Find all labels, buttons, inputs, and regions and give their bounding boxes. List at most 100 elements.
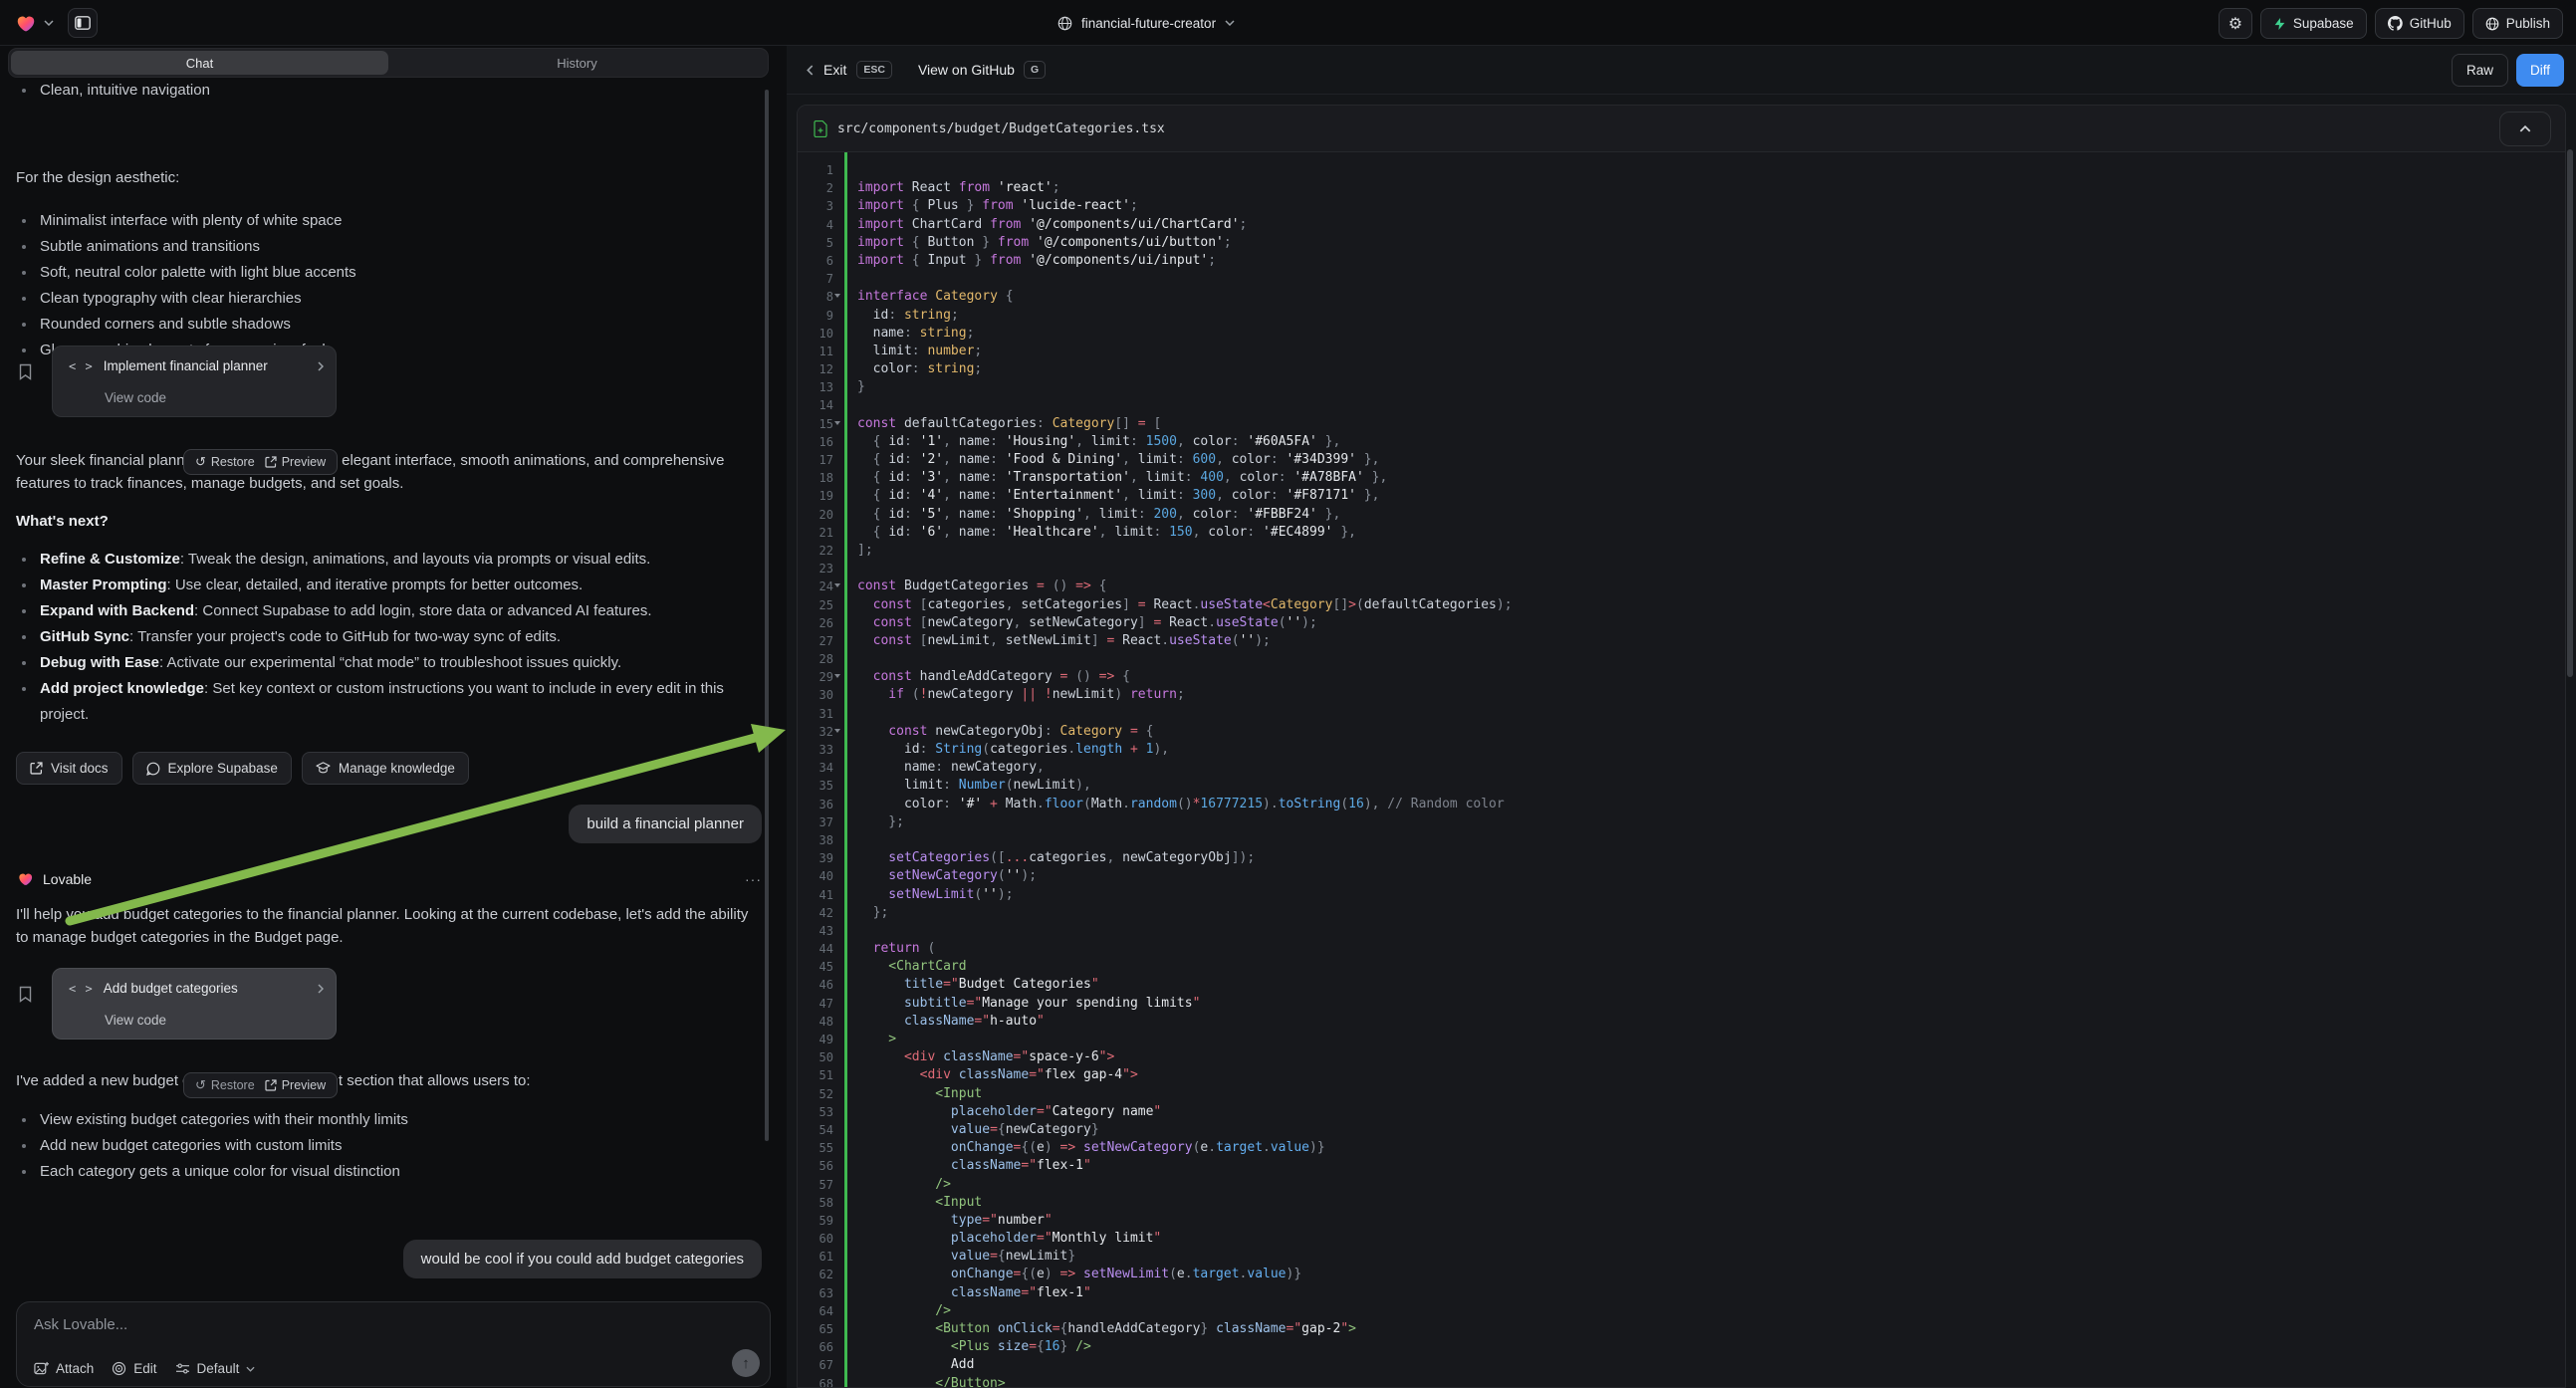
model-selector[interactable]: Default: [175, 1361, 256, 1376]
preview-button[interactable]: Preview: [262, 1078, 329, 1092]
code-line: 35 limit: Number(newLimit),: [798, 777, 2565, 795]
code-line: 22];: [798, 542, 2565, 560]
design-bullet-list: Minimalist interface with plenty of whit…: [16, 208, 753, 363]
list-item: Rounded corners and subtle shadows: [16, 312, 753, 338]
supabase-icon: [2273, 17, 2286, 31]
view-code-link[interactable]: View code: [105, 390, 166, 405]
raw-tab[interactable]: Raw: [2452, 54, 2508, 87]
bookmark-icon[interactable]: [18, 363, 33, 380]
explore-supabase-button[interactable]: Explore Supabase: [132, 752, 292, 785]
code-line: 56 className="flex-1": [798, 1157, 2565, 1175]
chat-scrollbar[interactable]: [765, 90, 769, 1141]
graduation-cap-icon: [316, 762, 331, 775]
manage-knowledge-button[interactable]: Manage knowledge: [302, 752, 469, 785]
esc-key-badge: ESC: [856, 61, 892, 79]
chevron-left-icon[interactable]: [807, 65, 814, 76]
list-item: Refine & Customize: Tweak the design, an…: [16, 547, 757, 573]
github-button[interactable]: GitHub: [2375, 8, 2464, 39]
code-line: 15const defaultCategories: Category[] = …: [798, 415, 2565, 433]
code-line: 68 </Button>: [798, 1375, 2565, 1388]
version-actions: ↺Restore Preview: [183, 1072, 338, 1098]
project-selector[interactable]: financial-future-creator: [1057, 0, 1235, 46]
collapse-file-button[interactable]: [2499, 112, 2551, 146]
tab-history[interactable]: History: [388, 51, 766, 75]
chat-input[interactable]: [34, 1316, 720, 1333]
code-line: 12 color: string;: [798, 360, 2565, 378]
send-button[interactable]: ↑: [732, 1349, 760, 1377]
code-line: 57 />: [798, 1176, 2565, 1194]
tab-chat[interactable]: Chat: [11, 51, 388, 75]
chevron-down-icon: [1225, 20, 1235, 26]
assistant-header: Lovable ···: [16, 870, 762, 887]
code-line: 58 <Input: [798, 1194, 2565, 1212]
external-link-icon: [30, 762, 43, 775]
code-panel: Exit ESC View on GitHub G Raw Diff src/c…: [787, 46, 2576, 1388]
sidebar-toggle-button[interactable]: [68, 8, 98, 38]
code-line: 41 setNewLimit('');: [798, 886, 2565, 904]
code-line: 32 const newCategoryObj: Category = {: [798, 723, 2565, 741]
exit-button[interactable]: Exit: [823, 62, 846, 78]
code-lines: 12import React from 'react';3import { Pl…: [798, 152, 2565, 1387]
code-line: 2import React from 'react';: [798, 179, 2565, 197]
ready-paragraph: Your sleek financial planner is now read…: [16, 449, 737, 495]
code-line: 27 const [newLimit, setNewLimit] = React…: [798, 632, 2565, 650]
code-line: 19 { id: '4', name: 'Entertainment', lim…: [798, 487, 2565, 505]
chat-panel: Chat History Clean, intuitive navigation…: [0, 46, 787, 1388]
code-line: 4import ChartCard from '@/components/ui/…: [798, 216, 2565, 234]
scrollback-bullet: Clean, intuitive navigation: [16, 78, 753, 104]
external-link-icon: [265, 1079, 277, 1091]
bookmark-icon[interactable]: [18, 986, 33, 1003]
code-line: 40 setNewCategory('');: [798, 867, 2565, 885]
restore-button[interactable]: ↺Restore: [192, 454, 258, 470]
publish-button[interactable]: Publish: [2472, 8, 2563, 39]
chevron-right-icon: [318, 984, 324, 994]
preview-button[interactable]: Preview: [262, 455, 329, 469]
design-aesthetic-heading: For the design aesthetic:: [16, 166, 179, 189]
code-line: 24const BudgetCategories = () => {: [798, 578, 2565, 595]
code-line: 9 id: string;: [798, 307, 2565, 325]
edit-mode-button[interactable]: Edit: [112, 1361, 156, 1376]
lovable-logo-icon[interactable]: [14, 12, 38, 34]
code-line: 25 const [categories, setCategories] = R…: [798, 596, 2565, 614]
version-card-implement-financial-planner[interactable]: < > Implement financial planner View cod…: [52, 346, 337, 417]
code-line: 20 { id: '5', name: 'Shopping', limit: 2…: [798, 506, 2565, 524]
code-line: 53 placeholder="Category name": [798, 1103, 2565, 1121]
code-icon: < >: [69, 982, 94, 996]
code-line: 47 subtitle="Manage your spending limits…: [798, 995, 2565, 1013]
more-menu-icon[interactable]: ···: [745, 871, 762, 887]
gear-icon: ⚙: [2228, 14, 2242, 34]
code-line: 23: [798, 560, 2565, 578]
quick-actions: Visit docs Explore Supabase Manage knowl…: [16, 752, 469, 785]
g-key-badge: G: [1024, 61, 1046, 79]
restore-button[interactable]: ↺Restore: [192, 1077, 258, 1093]
attach-button[interactable]: Attach: [34, 1361, 94, 1376]
file-card: src/components/budget/BudgetCategories.t…: [797, 105, 2566, 1388]
chevron-down-icon[interactable]: [44, 20, 54, 26]
code-line: 21 { id: '6', name: 'Healthcare', limit:…: [798, 524, 2565, 542]
restore-icon: ↺: [195, 454, 206, 470]
code-line: 7: [798, 270, 2565, 288]
file-path: src/components/budget/BudgetCategories.t…: [837, 121, 1165, 136]
code-line: 61 value={newLimit}: [798, 1248, 2565, 1266]
lovable-heart-icon: [16, 870, 34, 887]
supabase-button[interactable]: Supabase: [2260, 8, 2367, 39]
code-line: 46 title="Budget Categories": [798, 976, 2565, 994]
list-item: View existing budget categories with the…: [16, 1107, 753, 1133]
file-header[interactable]: src/components/budget/BudgetCategories.t…: [798, 106, 2565, 152]
view-code-link[interactable]: View code: [105, 1013, 166, 1028]
view-on-github-button[interactable]: View on GitHub: [918, 62, 1015, 78]
code-line: 44 return (: [798, 940, 2565, 958]
code-line: 37 };: [798, 813, 2565, 831]
visit-docs-button[interactable]: Visit docs: [16, 752, 122, 785]
file-added-icon: [814, 120, 827, 137]
code-line: 33 id: String(categories.length + 1),: [798, 741, 2565, 759]
settings-button[interactable]: ⚙: [2219, 8, 2252, 39]
version-card-add-budget-categories[interactable]: < > Add budget categories View code: [52, 968, 337, 1040]
code-scrollbar[interactable]: [2567, 149, 2573, 677]
list-item: Add new budget categories with custom li…: [16, 1133, 753, 1159]
chat-history-tabs: Chat History: [8, 48, 769, 78]
code-toolbar: Exit ESC View on GitHub G Raw Diff: [787, 46, 2576, 95]
code-line: 10 name: string;: [798, 325, 2565, 343]
code-line: 14: [798, 396, 2565, 414]
diff-tab[interactable]: Diff: [2516, 54, 2564, 87]
